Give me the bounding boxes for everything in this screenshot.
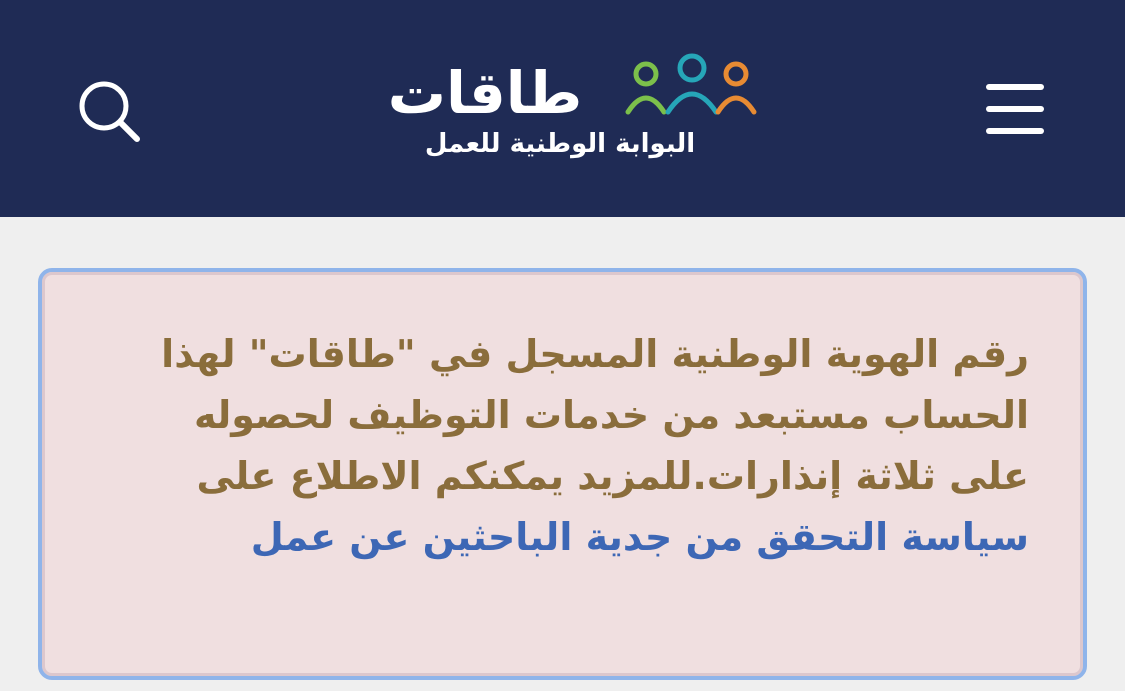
warning-alert: رقم الهوية الوطنية المسجل في "طاقات" لهذ… xyxy=(38,268,1087,680)
menu-button[interactable] xyxy=(976,78,1054,142)
alert-message-text: رقم الهوية الوطنية المسجل في "طاقات" لهذ… xyxy=(161,332,1029,498)
alert-message: رقم الهوية الوطنية المسجل في "طاقات" لهذ… xyxy=(149,324,1029,568)
hamburger-menu-icon xyxy=(986,84,1044,134)
verification-policy-link[interactable]: سياسة التحقق من جدية الباحثين عن عمل xyxy=(251,515,1029,559)
taqat-logo[interactable]: طاقات البوابة الوطنية للعمل xyxy=(360,40,770,180)
search-icon xyxy=(79,81,140,142)
people-icon xyxy=(625,53,757,115)
logo-tagline: البوابة الوطنية للعمل xyxy=(424,129,696,159)
logo-wordmark: طاقات xyxy=(387,59,583,127)
top-navigation-bar: طاقات البوابة الوطنية للعمل xyxy=(0,0,1125,217)
search-button[interactable] xyxy=(70,72,150,152)
